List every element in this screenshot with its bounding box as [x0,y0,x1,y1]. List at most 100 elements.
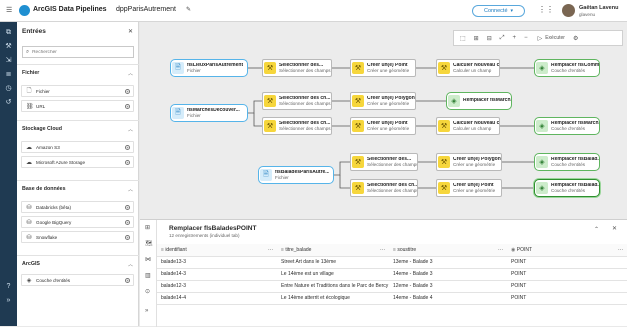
run-button[interactable]: Exécuter [545,35,565,41]
item-label: URL [36,103,46,109]
input-item-snowflake[interactable]: ⛁ Snowflake + [21,231,134,243]
collapse-rail-icon[interactable]: » [4,296,13,305]
input-item-url[interactable]: ⛓ URL + [21,100,134,112]
node-create-point[interactable]: ⚒ Créer un(e) Point Créer une géométrie [436,179,502,197]
node-input-marches[interactable]: 🗎 flsMarchesDecouver... Fichier [170,104,248,122]
node-create-point[interactable]: ⚒ Créer un(e) Point Créer une géométrie [350,117,416,135]
database-icon: ⛁ [26,204,32,211]
preview-table: ≡ identifiant ··· ≡ titre_balade ··· ≡ sou… [157,244,627,305]
column-header[interactable]: ◉ POINT ··· [507,244,627,257]
chevron-up-icon[interactable]: ︿ [128,186,133,193]
chevron-up-icon[interactable]: ︿ [128,126,133,133]
table-row[interactable]: balade13-3 Street Art dans le 13ème 13eme … [157,256,627,269]
node-create-polygon[interactable]: ⚒ Créer un(e) Polygone Créer une géométrie [350,92,416,110]
zoom-out-icon[interactable]: − [524,35,528,41]
node-select-fields[interactable]: ⚒ Sélectionner des... Sélectionner des cha… [262,59,332,77]
zoom-in-icon[interactable]: + [513,35,517,41]
node-calculate-field[interactable]: ⚒Calculer Nouveau ch...Calculer un champ [436,117,500,135]
menu-icon[interactable]: ☰ [6,7,13,14]
layers-icon[interactable]: ≣ [4,70,13,79]
layout-icon[interactable]: ⊟ [487,35,492,42]
add-icon[interactable]: + [125,89,130,94]
select-tool-icon[interactable]: ⬚ [460,35,466,42]
node-output-balades-polygon[interactable]: ◈ Remplacer flsBalad... Couche d'entités [534,153,600,171]
node-output-balades-point[interactable]: ◈ Remplacer flsBalad... Couche d'entités [534,179,600,197]
close-preview-icon[interactable]: ✕ [612,225,617,232]
node-subtitle: Créer une géométrie [367,68,410,73]
schedule-icon[interactable]: ◷ [4,84,13,93]
node-output-marches[interactable]: ◈ Remplacer flsMarch... [446,92,512,110]
input-item-bigquery[interactable]: ⛁ Google BigQuery + [21,216,134,228]
node-select-fields[interactable]: ⚒ Sélectionner des ch... Sélectionner des … [350,179,418,197]
node-select-fields[interactable]: ⚒ Sélectionner des ch... Sélectionner des … [262,92,332,110]
table-row[interactable]: balade14-4 Le 14ème atterrit et écologiqu… [157,292,627,305]
fit-view-icon[interactable]: ⤢ [500,35,505,42]
apps-grid-icon[interactable]: ⋮⋮ [538,6,554,14]
table-row[interactable]: balade14-3 Le 14ème est un village 14eme -… [157,268,627,281]
map-view-icon[interactable]: 🗺 [145,240,153,247]
input-item-azure[interactable]: ☁ Microsoft Azure Storage + [21,156,134,168]
inputs-icon[interactable]: ⧉ [4,28,13,37]
close-panel-icon[interactable]: ✕ [128,28,133,35]
node-input-lieux[interactable]: 🗎 flsLieuxParisAutrement Fichier [170,59,248,77]
add-tool-icon[interactable]: ⊞ [474,35,479,42]
column-header[interactable]: ≡ soustitre ··· [389,244,507,257]
table-cell: 12eme - Balade 3 [389,280,507,293]
chevron-up-icon[interactable]: ︿ [128,261,133,268]
add-icon[interactable]: + [125,160,130,165]
table-view-icon[interactable]: ⊞ [145,224,150,231]
more-icon[interactable]: ··· [268,247,273,253]
avatar[interactable] [562,4,575,17]
node-calculate-field[interactable]: ⚒Calculer Nouveau ch...Calculer un champ [436,59,500,77]
input-item-databricks[interactable]: ⛁ Databricks (bêta) + [21,201,134,213]
chevron-up-icon[interactable]: ︿ [128,70,133,77]
add-icon[interactable]: + [125,235,130,240]
pipeline-canvas[interactable]: ⬚ ⊞ ⊟ ⤢ + − ▷ Exécuter ⚙ 🗎 flsLieuxParisA… [140,22,627,219]
filter-icon[interactable]: ⊙ [145,288,150,295]
chart-icon[interactable]: ▥ [145,272,151,279]
tools-icon[interactable]: ⚒ [4,42,13,51]
collapse-preview-icon[interactable]: ⌃ [594,226,599,233]
expand-icon[interactable]: » [145,308,148,314]
search-input[interactable] [32,49,128,55]
node-select-fields[interactable]: ⚒ Sélectionner des... Sélectionner des cha… [350,153,418,171]
layer-icon: ◈ [536,62,548,74]
table-cell: 14eme - Balade 3 [389,268,507,281]
geometry-icon: ⚒ [352,95,364,107]
edit-name-icon[interactable]: ✎ [186,6,191,13]
preview-subtitle: 12 enregistrements (individuel tab) [169,233,240,238]
file-icon: 🗎 [172,62,184,74]
node-create-point[interactable]: ⚒ Créer un(e) Point Créer une géométrie [350,59,416,77]
more-icon[interactable]: ··· [498,247,503,253]
input-item-fichier[interactable]: 🗋 Fichier + [21,85,134,97]
node-subtitle: Créer une géométrie [367,126,410,131]
table-cell: Street Art dans le 13ème [277,256,389,269]
connection-status-button[interactable]: Connecté ▾ [472,5,525,17]
add-icon[interactable]: + [125,205,130,210]
node-input-balades[interactable]: 🗎 flsBaladesParisAutre... Fichier [258,166,334,184]
node-output-comm[interactable]: ◈ Remplacer flsComm... Couche d'entités [534,59,600,77]
input-item-feature-layer[interactable]: ◈ Couche d'entités + [21,274,134,286]
column-header[interactable]: ≡ identifiant ··· [157,244,277,257]
table-row[interactable]: balade12-3 Entre Nature et Traditions dan… [157,280,627,293]
column-header[interactable]: ≡ titre_balade ··· [277,244,389,257]
node-create-polygon[interactable]: ⚒ Créer un(e) Polygone Créer une géométrie [436,153,502,171]
add-icon[interactable]: + [125,220,130,225]
input-item-amazon-s3[interactable]: ☁ Amazon S3 + [21,141,134,153]
settings-icon[interactable]: ⚙ [573,35,578,42]
schema-icon[interactable]: ⋈ [145,256,151,263]
run-icon[interactable]: ▷ [538,35,543,42]
add-icon[interactable]: + [125,145,130,150]
add-icon[interactable]: + [125,278,130,283]
add-icon[interactable]: + [125,104,130,109]
search-field[interactable]: ⌕ [22,46,134,58]
more-icon[interactable]: ··· [380,247,385,253]
history-icon[interactable]: ↺ [4,98,13,107]
section-database: Base de données ︿ ⛁ Databricks (bêta) + ⛁ G… [17,180,139,255]
more-icon[interactable]: ··· [618,247,623,253]
help-icon[interactable]: ? [4,282,13,291]
node-output-marches-point[interactable]: ◈ Remplacer flsMarch... Couche d'entités [534,117,600,135]
file-icon: 🗋 [26,88,32,94]
outputs-icon[interactable]: ⇲ [4,56,13,65]
node-select-fields[interactable]: ⚒ Sélectionner des ch... Sélectionner des … [262,117,332,135]
